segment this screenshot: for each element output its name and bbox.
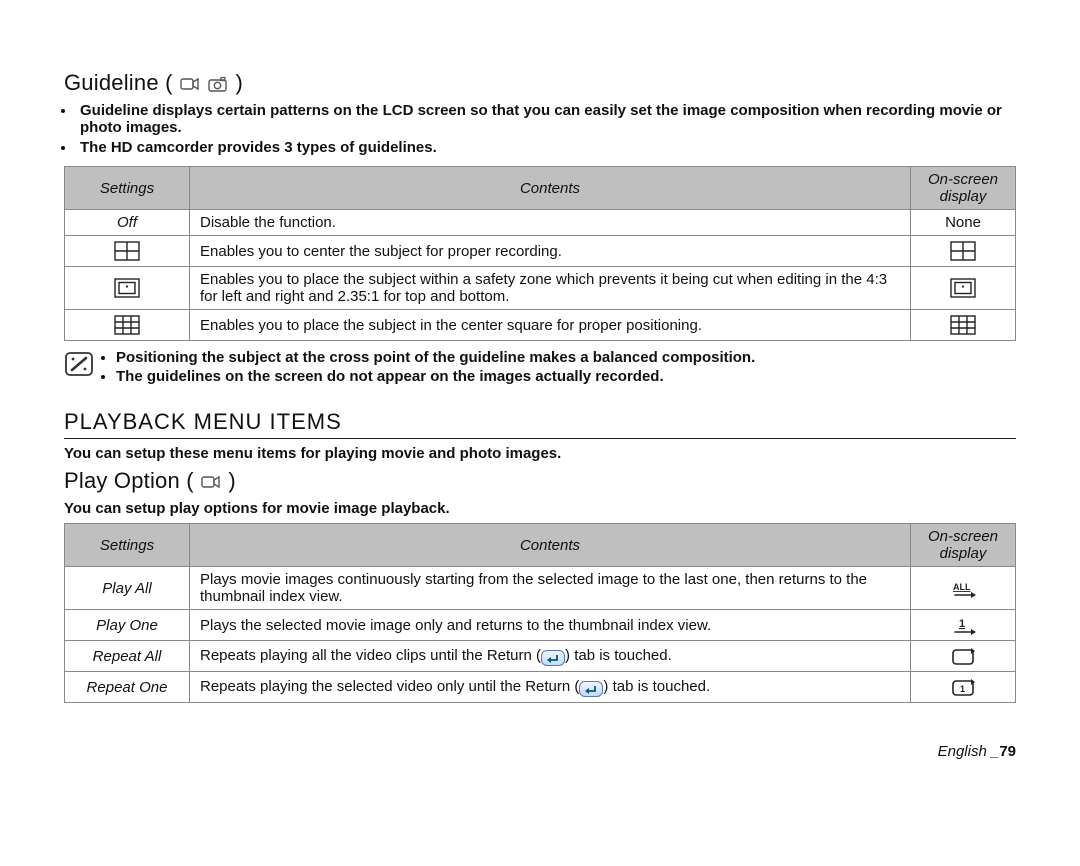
playback-title: PLAYBACK MENU ITEMS [64,409,1016,439]
osd-cell: 1 [911,672,1016,703]
camcorder-icon [179,73,201,91]
return-icon [541,650,565,666]
camera-icon [207,73,229,91]
setting-cell [65,310,190,341]
playoption-title-suffix: ) [228,468,236,493]
table-row: Repeat AllRepeats playing all the video … [65,641,1016,672]
table-row: Enables you to place the subject within … [65,267,1016,310]
return-icon [579,681,603,697]
playback-intro: You can setup these menu items for playi… [64,445,1016,462]
contents-cell: Repeats playing all the video clips unti… [190,641,911,672]
contents-cell: Enables you to place the subject within … [190,267,911,310]
playoption-title-text: Play Option ( [64,468,194,493]
guideline-bullet: Guideline displays certain patterns on t… [76,102,1016,136]
contents-cell: Disable the function. [190,210,911,236]
footer-lang: English _ [938,743,1000,760]
note-line: Positioning the subject at the cross poi… [116,349,755,366]
contents-cell: Repeats playing the selected video only … [190,672,911,703]
table-row: Enables you to place the subject in the … [65,310,1016,341]
osd-grid-icon [949,314,977,336]
guideline-title-suffix: ) [236,70,244,95]
table-row: Repeat OneRepeats playing the selected v… [65,672,1016,703]
osd-cell: None [911,210,1016,236]
table-row: OffDisable the function.None [65,210,1016,236]
setting-cell: Play All [65,567,190,610]
col-osd: On-screen display [911,524,1016,567]
osd-cell [911,310,1016,341]
setting-cell: Repeat One [65,672,190,703]
playoption-title: Play Option ( ) [64,468,1016,494]
camcorder-icon [200,471,222,489]
contents-cell: Plays movie images continuously starting… [190,567,911,610]
contents-cell: Enables you to center the subject for pr… [190,236,911,267]
table-row: Play OnePlays the selected movie image o… [65,610,1016,641]
playoption-table: Settings Contents On-screen display Play… [64,523,1016,703]
page-footer: English _79 [64,743,1016,760]
footer-page: 79 [999,743,1016,760]
osd-repeat-all-icon [949,645,977,667]
osd-cell [911,641,1016,672]
setting-cell [65,236,190,267]
col-contents: Contents [190,524,911,567]
table-row: Enables you to center the subject for pr… [65,236,1016,267]
svg-text:1: 1 [959,618,965,630]
osd-play-one-icon: 1 [949,614,977,636]
osd-cell: 1 [911,610,1016,641]
osd-repeat-one-icon: 1 [949,676,977,698]
guideline-title-text: Guideline ( [64,70,173,95]
guideline-note: Positioning the subject at the cross poi… [64,349,1016,387]
osd-cell [911,267,1016,310]
col-settings: Settings [65,167,190,210]
svg-text:1: 1 [960,684,965,694]
col-settings: Settings [65,524,190,567]
setting-cell [65,267,190,310]
guideline-grid-icon [113,314,141,336]
col-contents: Contents [190,167,911,210]
svg-text:ALL: ALL [953,582,971,592]
osd-cell [911,236,1016,267]
col-osd: On-screen display [911,167,1016,210]
guideline-bullet: The HD camcorder provides 3 types of gui… [76,139,1016,156]
osd-play-all-icon: ALL [949,577,977,599]
playoption-intro: You can setup play options for movie ima… [64,500,1016,517]
table-row: Play AllPlays movie images continuously … [65,567,1016,610]
osd-cross-icon [949,240,977,262]
setting-cell: Play One [65,610,190,641]
osd-safety-icon [949,277,977,299]
guideline-cross-icon [113,240,141,262]
note-line: The guidelines on the screen do not appe… [116,368,755,385]
guideline-table: Settings Contents On-screen display OffD… [64,166,1016,341]
guideline-title: Guideline ( ) [64,70,1016,96]
guideline-safety-icon [113,277,141,299]
setting-cell: Repeat All [65,641,190,672]
osd-cell: ALL [911,567,1016,610]
setting-cell: Off [65,210,190,236]
contents-cell: Enables you to place the subject in the … [190,310,911,341]
note-icon [64,351,94,381]
contents-cell: Plays the selected movie image only and … [190,610,911,641]
guideline-bullets: Guideline displays certain patterns on t… [76,102,1016,156]
